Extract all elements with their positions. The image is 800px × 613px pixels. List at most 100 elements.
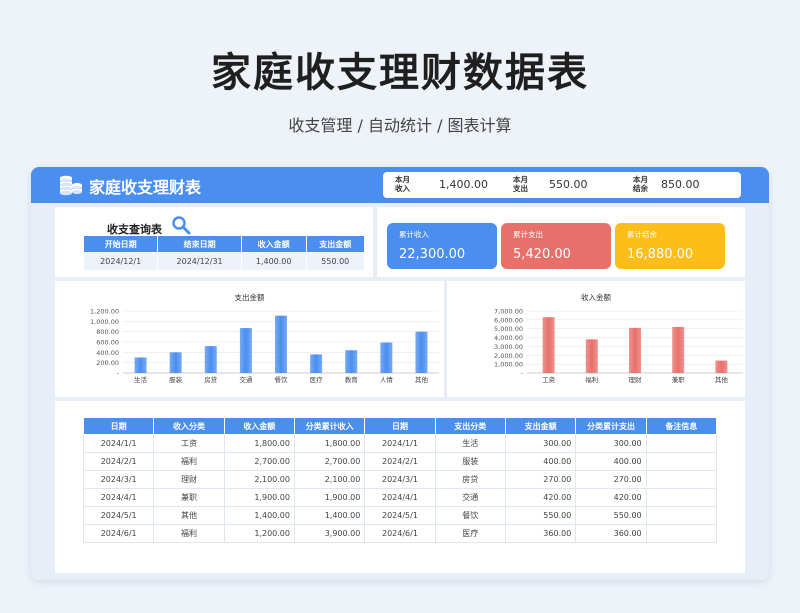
table-cell[interactable]: 300.00: [504, 434, 577, 453]
table-cell[interactable]: 400.00: [504, 452, 577, 471]
search-icon[interactable]: [171, 215, 191, 235]
query-header-start: 开始日期: [82, 235, 159, 253]
income-chart-panel: 收入金额 7,000.00 6,000.00 5,000.00 4,000.00 3,0…: [447, 281, 745, 397]
table-cell[interactable]: 服装: [434, 452, 506, 471]
table-cell[interactable]: 2024/6/1: [364, 524, 436, 543]
table-row: 2024/2/1 福利 2,700.00 2,700.00 2024/2/1 服装 400.…: [82, 452, 718, 471]
table-cell[interactable]: 生活: [434, 434, 506, 453]
table-cell[interactable]: 理财: [153, 470, 225, 489]
bar: [310, 354, 323, 373]
table-cell[interactable]: 270.00: [575, 470, 647, 489]
table-cell[interactable]: 360.00: [504, 524, 577, 543]
bar: [239, 328, 252, 373]
table-cell[interactable]: 2024/2/1: [364, 452, 436, 471]
page-subtitle: 收支管理 / 自动统计 / 图表计算: [288, 116, 512, 135]
table-cell[interactable]: 其他: [153, 506, 225, 525]
table-cell[interactable]: 270.00: [504, 470, 577, 489]
query-header-expense: 支出金额: [305, 235, 366, 253]
y-tick-label: 1,000.00: [494, 361, 523, 369]
y-tick-label: 800.00: [96, 328, 119, 336]
table-cell[interactable]: 交通: [434, 488, 506, 507]
records-header-cell: 日期: [82, 417, 155, 435]
query-header-income: 收入金额: [240, 235, 307, 253]
table-row: 2024/5/1 其他 1,400.00 1,400.00 2024/5/1 餐饮 550.…: [82, 506, 718, 525]
table-cell[interactable]: 工资: [153, 434, 225, 453]
bar: [672, 326, 685, 373]
expense-chart: 1,200.00 1,000.00 800.00 600.00 400.00 200.00…: [90, 308, 439, 384]
table-cell[interactable]: 2,700.00: [223, 452, 295, 471]
table-cell[interactable]: 1,200.00: [223, 524, 295, 543]
table-cell[interactable]: [645, 452, 718, 471]
table-cell[interactable]: 1,400.00: [223, 506, 295, 525]
bar: [275, 315, 287, 373]
kpi-value: 16,880.00: [627, 247, 694, 262]
table-cell[interactable]: [645, 524, 718, 543]
y-tick-label: 600.00: [96, 339, 119, 347]
summary-expense-value: 550.00: [549, 178, 588, 191]
table-cell[interactable]: 兼职: [153, 488, 225, 507]
table-cell[interactable]: 2024/4/1: [364, 488, 436, 507]
table-cell[interactable]: 2024/3/1: [364, 470, 436, 489]
table-cell[interactable]: 420.00: [575, 488, 647, 507]
table-cell[interactable]: 2024/6/1: [82, 524, 155, 543]
kpi-total-balance: 累计结余 16,880.00: [615, 223, 725, 269]
x-tick-label: 福利: [585, 375, 598, 384]
table-cell[interactable]: 餐饮: [434, 506, 506, 525]
table-cell[interactable]: 3,900.00: [293, 524, 366, 543]
bar: [629, 327, 641, 373]
table-cell[interactable]: 1,800.00: [293, 434, 366, 453]
bar: [542, 317, 555, 373]
y-tick-label: 7,000.00: [494, 308, 523, 316]
y-tick-label: 4,000.00: [494, 334, 523, 342]
x-tick-label: 理财: [629, 375, 643, 384]
table-cell[interactable]: 400.00: [575, 452, 647, 471]
records-header-cell: 分类累计收入: [293, 417, 366, 435]
income-chart: 7,000.006,000.005,000.004,000.003,000.00…: [494, 308, 743, 384]
table-cell[interactable]: 2,100.00: [223, 470, 295, 489]
table-cell[interactable]: 2024/5/1: [82, 506, 155, 525]
bar: [345, 350, 358, 373]
table-cell[interactable]: [645, 470, 718, 489]
records-panel: 日期 收入分类 收入金额 分类累计收入 日期 支出分类 支出金额 分类累计支出 备注信息 202…: [55, 401, 745, 573]
x-tick-label: 工资: [542, 375, 556, 384]
table-cell[interactable]: 福利: [153, 524, 225, 543]
y-tick-label: 1,200.00: [90, 308, 119, 316]
table-cell[interactable]: 1,900.00: [293, 488, 366, 507]
table-cell[interactable]: 1,900.00: [223, 488, 295, 507]
table-cell[interactable]: 房贷: [434, 470, 506, 489]
table-cell[interactable]: 2024/2/1: [82, 452, 155, 471]
monthly-summary: 本月收入 1,400.00 本月支出 550.00 本月结余 850.00: [383, 172, 741, 198]
table-cell[interactable]: 550.00: [504, 506, 577, 525]
bar: [169, 352, 182, 373]
table-cell[interactable]: 360.00: [575, 524, 647, 543]
table-cell[interactable]: [645, 434, 718, 453]
query-end-date[interactable]: 2024/12/31: [157, 252, 242, 271]
table-row: 2024/1/1 工资 1,800.00 1,800.00 2024/1/1 生活 300.…: [82, 434, 718, 453]
table-cell[interactable]: 550.00: [575, 506, 647, 525]
table-row: 2024/3/1 理财 2,100.00 2,100.00 2024/3/1 房贷 270.…: [82, 470, 718, 489]
table-cell[interactable]: 2024/1/1: [82, 434, 155, 453]
table-cell[interactable]: 2,100.00: [293, 470, 366, 489]
table-cell[interactable]: [645, 506, 718, 525]
table-cell[interactable]: 2,700.00: [293, 452, 366, 471]
table-cell[interactable]: 420.00: [504, 488, 577, 507]
table-cell[interactable]: 1,800.00: [223, 434, 295, 453]
table-cell[interactable]: 2024/1/1: [364, 434, 436, 453]
table-cell[interactable]: 300.00: [575, 434, 647, 453]
x-tick-label: 人情: [380, 375, 394, 384]
table-cell[interactable]: [645, 488, 718, 507]
bar: [585, 339, 598, 373]
page-title: 家庭收支理财数据表: [211, 50, 589, 96]
table-cell[interactable]: 2024/5/1: [364, 506, 436, 525]
query-income-value: 1,400.00: [240, 252, 307, 271]
table-cell[interactable]: 1,400.00: [293, 506, 366, 525]
y-tick-label: 6,000.00: [494, 316, 523, 324]
table-cell[interactable]: 福利: [153, 452, 225, 471]
bar: [380, 342, 393, 373]
table-cell[interactable]: 医疗: [434, 524, 506, 543]
records-header-cell: 分类累计支出: [575, 417, 647, 435]
table-row: 2024/4/1 兼职 1,900.00 1,900.00 2024/4/1 交通 420.…: [82, 488, 718, 507]
query-start-date[interactable]: 2024/12/1: [82, 252, 159, 271]
table-cell[interactable]: 2024/3/1: [82, 470, 155, 489]
table-cell[interactable]: 2024/4/1: [82, 488, 155, 507]
